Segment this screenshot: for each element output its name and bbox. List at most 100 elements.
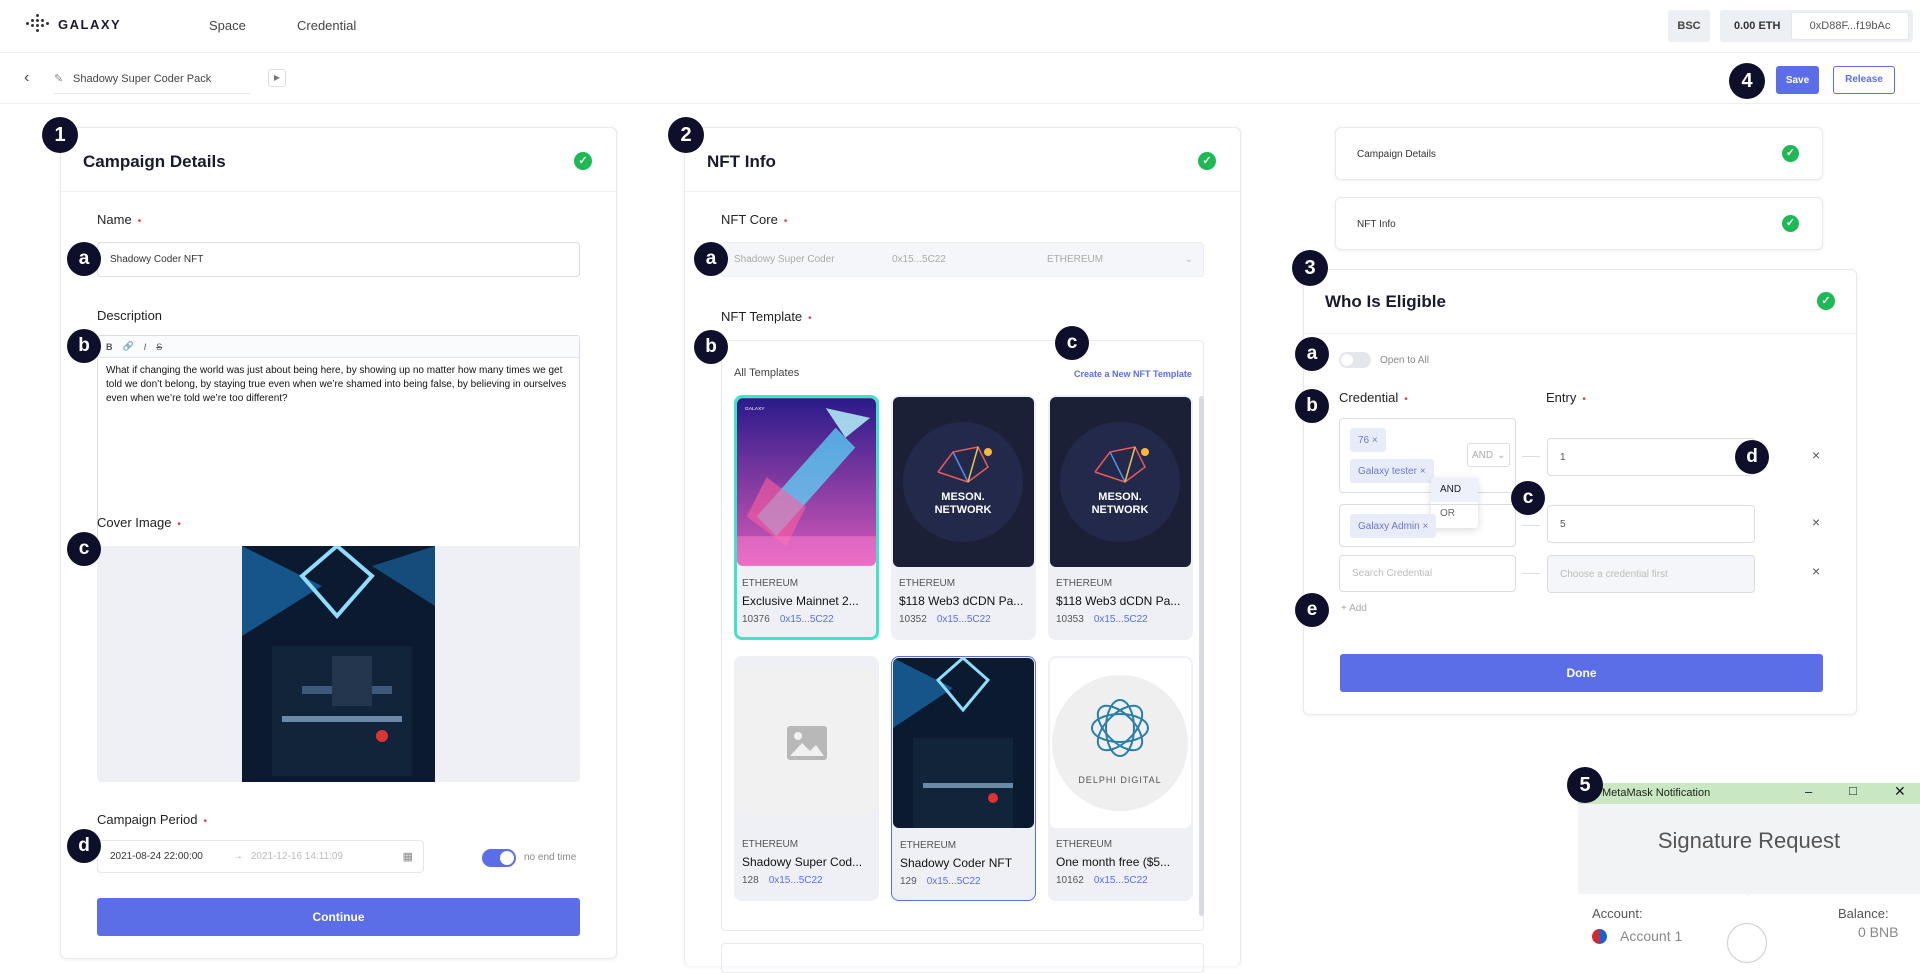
nft-template-card[interactable]: GALAXY ETHEREUM Exclusive Mainnet 2... 1…	[734, 395, 879, 640]
open-to-all-toggle[interactable]	[1339, 352, 1371, 368]
campaign-name[interactable]: Shadowy Super Coder Pack	[73, 73, 211, 85]
search-credential-input[interactable]: Search Credential	[1339, 555, 1516, 592]
annotation-badge-4: 4	[1729, 63, 1765, 99]
name-input[interactable]: Shadowy Coder NFT	[97, 242, 580, 277]
no-end-time-toggle[interactable]	[482, 849, 516, 867]
campaign-details-card: Campaign Details ✓ Name • Shadowy Coder N…	[60, 127, 617, 959]
credential-label: Credential •	[1339, 390, 1408, 405]
divider	[685, 191, 1240, 192]
remove-tag-icon[interactable]: ×	[1420, 466, 1426, 477]
nft-address[interactable]: 0x15...5C22	[780, 614, 834, 625]
nft-image-meson: MESON. NETWORK	[1050, 397, 1191, 567]
bold-icon[interactable]: B	[106, 342, 113, 352]
continue-button[interactable]: Continue	[97, 898, 580, 936]
nft-image-meson: MESON. NETWORK	[893, 397, 1034, 567]
nft-name: $118 Web3 dCDN Pa...	[1056, 594, 1181, 608]
balance-label: Balance:	[1838, 906, 1889, 921]
nft-address[interactable]: 0x15...5C22	[937, 614, 991, 625]
metamask-titlebar: MetaMask Notification – □ ✕	[1578, 783, 1920, 804]
cover-image-dropzone[interactable]	[97, 546, 580, 782]
date-range-picker[interactable]: 2021-08-24 22:00:00 → 2021-12-16 14:11:0…	[97, 840, 424, 873]
annotation-badge-c: c	[1511, 481, 1545, 515]
nft-address[interactable]: 0x15...5C22	[927, 876, 981, 887]
close-icon[interactable]: ✕	[1894, 783, 1906, 800]
link-icon[interactable]: 🔗	[123, 341, 134, 352]
entry-label: Entry •	[1546, 390, 1586, 405]
next-section-card	[721, 943, 1204, 973]
meson-text-2: NETWORK	[935, 504, 992, 516]
nft-chain: ETHEREUM	[1056, 839, 1113, 850]
name-label: Name •	[97, 212, 142, 227]
remove-tag-icon[interactable]: ×	[1372, 435, 1378, 446]
nft-id: 10376	[742, 614, 770, 625]
credential-tag: Galaxy tester ×	[1350, 459, 1434, 483]
step-campaign-details[interactable]: Campaign Details ✓	[1335, 127, 1823, 180]
credential-group-2[interactable]: Galaxy Admin ×	[1339, 504, 1516, 547]
add-credential-button[interactable]: + Add	[1341, 603, 1367, 614]
nft-template-card[interactable]: MESON. NETWORK ETHEREUM $118 Web3 dCDN P…	[891, 395, 1036, 640]
operator-select[interactable]: AND ⌄	[1467, 443, 1510, 467]
back-chevron-icon[interactable]: ‹	[24, 69, 29, 87]
nft-core-name: Shadowy Super Coder	[734, 254, 835, 265]
nft-template-card[interactable]: DELPHI DIGITAL ETHEREUM One month free (…	[1048, 656, 1193, 901]
delphi-text: DELPHI DIGITAL	[1078, 775, 1161, 785]
step-check-icon: ✓	[1782, 145, 1799, 162]
credential-group-1[interactable]: 76 × Galaxy tester × AND ⌄	[1339, 418, 1516, 493]
play-icon[interactable]: ▶	[268, 69, 286, 87]
entry-input-2[interactable]: 5	[1547, 505, 1755, 543]
nft-core-select[interactable]: Shadowy Super Coder 0x15...5C22 ETHEREUM…	[721, 242, 1204, 277]
nft-chain: ETHEREUM	[742, 839, 799, 850]
nft-template-card[interactable]: ETHEREUM Shadowy Super Cod... 128 0x15...…	[734, 656, 879, 901]
done-button[interactable]: Done	[1340, 654, 1823, 692]
plus-icon: +	[1341, 603, 1347, 614]
remove-row-icon[interactable]: ×	[1812, 447, 1820, 463]
nft-ids: 129 0x15...5C22	[900, 876, 981, 887]
calendar-icon[interactable]: ▦	[403, 850, 413, 863]
remove-tag-icon[interactable]: ×	[1422, 521, 1428, 532]
credential-tag: 76 ×	[1350, 428, 1386, 452]
create-template-link[interactable]: Create a New NFT Template	[1074, 369, 1192, 379]
account-label: Account:	[1592, 906, 1643, 921]
nft-chain: ETHEREUM	[742, 578, 799, 589]
wallet-balance: 0.00 ETH	[1734, 20, 1781, 32]
nav-credential[interactable]: Credential	[297, 18, 356, 33]
remove-row-icon[interactable]: ×	[1812, 563, 1820, 579]
release-button[interactable]: Release	[1833, 66, 1895, 94]
open-to-all-label: Open to All	[1380, 355, 1429, 366]
nav-space[interactable]: Space	[209, 18, 246, 33]
divider	[1304, 333, 1856, 334]
nft-id: 128	[742, 875, 759, 886]
gallery-scrollbar[interactable]	[1199, 396, 1204, 916]
header-caret	[1739, 887, 1757, 896]
operator-option-and[interactable]: AND	[1431, 478, 1478, 502]
eligible-title: Who Is Eligible	[1325, 292, 1446, 311]
nft-address[interactable]: 0x15...5C22	[1094, 875, 1148, 886]
remove-row-icon[interactable]: ×	[1812, 514, 1820, 530]
signature-request-heading: Signature Request	[1657, 828, 1841, 853]
end-date[interactable]: 2021-12-16 14:11:09	[251, 851, 343, 862]
start-date[interactable]: 2021-08-24 22:00:00	[110, 851, 203, 862]
toggle-knob	[1341, 354, 1353, 366]
save-button[interactable]: Save	[1776, 66, 1819, 94]
campaign-toolbar: ‹ ✎ Shadowy Super Coder Pack ▶ Save Rele…	[0, 52, 1920, 104]
galaxy-logo[interactable]: GALAXY	[26, 14, 121, 34]
template-gallery: All Templates Create a New NFT Template …	[721, 340, 1204, 931]
entry-input-1[interactable]: 1	[1547, 438, 1755, 476]
galaxy-logo-icon	[26, 14, 49, 34]
connector-line	[1522, 525, 1540, 526]
nft-complete-check-icon: ✓	[1198, 152, 1216, 170]
step-label: NFT Info	[1357, 219, 1396, 230]
meson-text-1: MESON.	[1098, 491, 1141, 503]
step-nft-info[interactable]: NFT Info ✓	[1335, 197, 1823, 250]
minimize-icon[interactable]: –	[1805, 784, 1812, 799]
nft-address[interactable]: 0x15...5C22	[1094, 614, 1148, 625]
italic-icon[interactable]: I	[144, 342, 147, 352]
nft-image-mainnet: GALAXY	[737, 398, 876, 566]
nft-address[interactable]: 0x15...5C22	[769, 875, 823, 886]
nft-template-card-selected[interactable]: ETHEREUM Shadowy Coder NFT 129 0x15...5C2…	[891, 656, 1036, 901]
nft-template-card[interactable]: MESON. NETWORK ETHEREUM $118 Web3 dCDN P…	[1048, 395, 1193, 640]
strike-icon[interactable]: S	[156, 342, 162, 352]
wallet-chip[interactable]: 0.00 ETH 0xD88F...f19bAc	[1720, 10, 1913, 42]
network-chip[interactable]: BSC	[1668, 10, 1710, 42]
maximize-icon[interactable]: □	[1849, 783, 1857, 798]
